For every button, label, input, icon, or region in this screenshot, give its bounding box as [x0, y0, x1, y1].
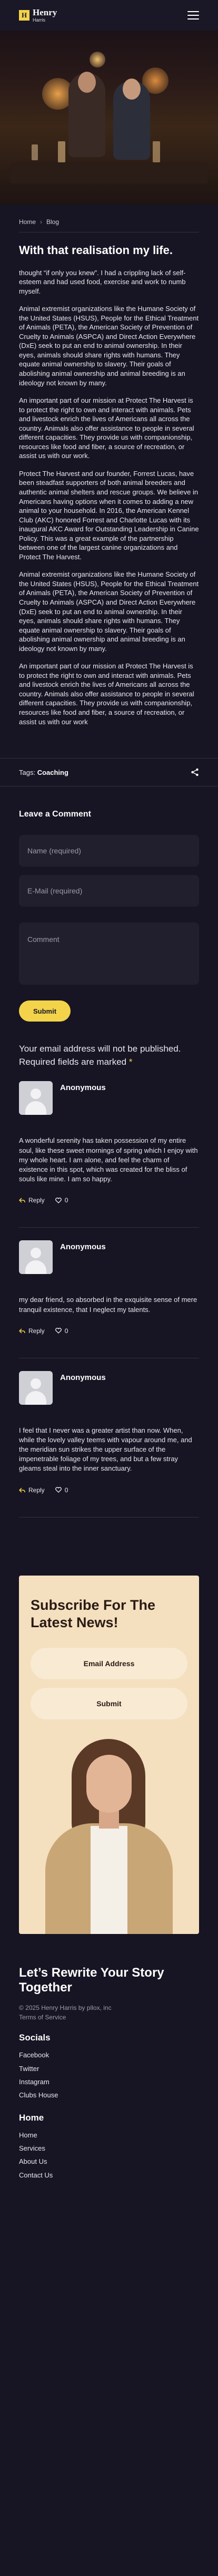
- comment-form-title: Leave a Comment: [19, 810, 91, 819]
- required-note: Required fields are marked *: [19, 1056, 199, 1069]
- tags-label: Tags:: [19, 768, 36, 776]
- reply-button[interactable]: Reply: [19, 1327, 45, 1335]
- reply-label: Reply: [28, 1197, 45, 1204]
- article: With that realisation my life. thought “…: [0, 243, 218, 726]
- comment-text: I feel that I never was a greater artist…: [19, 1426, 192, 1473]
- article-paragraph: Animal extremist organizations like the …: [19, 570, 199, 653]
- logo[interactable]: H Henry Harris: [19, 8, 57, 23]
- comment-author: Anonymous: [60, 1373, 106, 1382]
- footer: Let’s Rewrite Your Story Together © 2025…: [0, 1966, 218, 2203]
- article-paragraph: An important part of our mission at Prot…: [19, 662, 194, 726]
- heart-icon: [55, 1328, 62, 1334]
- required-note-text: Required fields are marked: [19, 1056, 127, 1067]
- comment-header: Anonymous: [19, 1370, 199, 1405]
- comment-form: Leave a Comment Submit: [0, 810, 218, 1022]
- subscribe-card: Subscribe For The Latest News! Submit: [19, 1575, 199, 1934]
- required-marker: *: [128, 1056, 133, 1067]
- like-button[interactable]: 0: [55, 1327, 68, 1335]
- comment-header: Anonymous: [19, 1081, 199, 1115]
- like-count: 0: [64, 1327, 68, 1335]
- hamburger-menu-icon[interactable]: [187, 11, 199, 20]
- email-field[interactable]: [19, 875, 199, 907]
- article-paragraph: Protect The Harvest and our founder, For…: [19, 469, 199, 561]
- social-link-instagram[interactable]: Instagram: [19, 2075, 199, 2088]
- avatar: [19, 1370, 53, 1405]
- reply-label: Reply: [28, 1486, 45, 1494]
- comment-text: my dear friend, so absorbed in the exqui…: [19, 1296, 197, 1314]
- logo-subtitle: Harris: [33, 17, 45, 23]
- subscribe-submit-button[interactable]: Submit: [31, 1688, 187, 1720]
- tags: Tags: Coaching: [19, 769, 68, 776]
- portrait-image: [40, 1734, 178, 1934]
- footer-link-about[interactable]: About Us: [19, 2155, 199, 2168]
- terms-link[interactable]: Terms of Service: [19, 2013, 199, 2022]
- tag-coaching[interactable]: Coaching: [37, 769, 68, 776]
- social-link-clubhouse[interactable]: Clubs House: [19, 2088, 199, 2102]
- top-bar: H Henry Harris: [0, 0, 218, 31]
- copyright: © 2025 Henry Harris by pllox, inc Terms …: [19, 2003, 199, 2022]
- comment-actions: Reply 0: [19, 1486, 199, 1494]
- comment-actions: Reply 0: [19, 1327, 199, 1335]
- socials-list: Facebook Twitter Instagram Clubs House: [19, 2048, 199, 2102]
- tags-row: Tags: Coaching: [0, 758, 218, 787]
- comment-header: Anonymous: [19, 1240, 199, 1275]
- comment-author: Anonymous: [60, 1242, 106, 1252]
- comment-actions: Reply 0: [19, 1197, 199, 1204]
- social-link-twitter[interactable]: Twitter: [19, 2062, 199, 2075]
- share-icon[interactable]: [191, 768, 199, 776]
- avatar: [19, 1240, 53, 1275]
- comment-author: Anonymous: [60, 1083, 106, 1093]
- reply-label: Reply: [28, 1327, 45, 1335]
- subscribe-title: Subscribe For The Latest News!: [31, 1597, 156, 1631]
- avatar: [19, 1081, 53, 1115]
- logo-text: Henry Harris: [33, 8, 57, 23]
- comment: Anonymous I feel that I never was a grea…: [19, 1370, 199, 1518]
- socials-heading: Socials: [19, 2033, 51, 2043]
- footer-link-services[interactable]: Services: [19, 2142, 199, 2155]
- social-link-facebook[interactable]: Facebook: [19, 2048, 199, 2062]
- footer-link-home[interactable]: Home: [19, 2128, 199, 2142]
- copyright-text: © 2025 Henry Harris by pllox, inc: [19, 2004, 112, 2012]
- logo-mark: H: [19, 10, 29, 21]
- comment: Anonymous my dear friend, so absorbed in…: [19, 1240, 199, 1358]
- reply-icon: [19, 1328, 25, 1334]
- form-notes: Your email address will not be published…: [0, 1043, 218, 1068]
- footer-link-contact[interactable]: Contact Us: [19, 2169, 199, 2182]
- like-count: 0: [64, 1197, 68, 1204]
- article-title: With that realisation my life.: [19, 244, 173, 257]
- comment-field[interactable]: [19, 922, 199, 985]
- logo-name: Henry: [33, 7, 57, 17]
- article-paragraph: An important part of our mission at Prot…: [19, 396, 194, 460]
- footer-title: Let’s Rewrite Your Story Together: [19, 1965, 164, 1995]
- breadcrumb: Home › Blog: [0, 205, 218, 226]
- breadcrumb-separator-icon: ›: [40, 218, 43, 226]
- reply-button[interactable]: Reply: [19, 1486, 45, 1494]
- breadcrumb-home[interactable]: Home: [19, 218, 36, 226]
- name-field[interactable]: [19, 835, 199, 867]
- like-button[interactable]: 0: [55, 1197, 68, 1204]
- subscribe-email-input[interactable]: [31, 1648, 187, 1680]
- reply-icon: [19, 1198, 25, 1203]
- like-count: 0: [64, 1486, 68, 1494]
- home-links-list: Home Services About Us Contact Us: [19, 2128, 199, 2182]
- comment-text: A wonderful serenity has taken possessio…: [19, 1136, 198, 1183]
- comment: Anonymous A wonderful serenity has taken…: [19, 1081, 199, 1228]
- home-heading: Home: [19, 2112, 44, 2123]
- reply-icon: [19, 1488, 25, 1493]
- heart-icon: [55, 1197, 62, 1203]
- article-paragraph: thought “if only you knew”. I had a crip…: [19, 268, 186, 295]
- submit-comment-button[interactable]: Submit: [19, 1000, 71, 1022]
- article-paragraph: Animal extremist organizations like the …: [19, 305, 199, 387]
- breadcrumb-current[interactable]: Blog: [46, 218, 59, 226]
- reply-button[interactable]: Reply: [19, 1197, 45, 1204]
- comments-list: Anonymous A wonderful serenity has taken…: [0, 1081, 218, 1518]
- heart-icon: [55, 1487, 62, 1493]
- hero-image: [0, 31, 218, 205]
- email-note: Your email address will not be published…: [19, 1044, 181, 1054]
- like-button[interactable]: 0: [55, 1486, 68, 1494]
